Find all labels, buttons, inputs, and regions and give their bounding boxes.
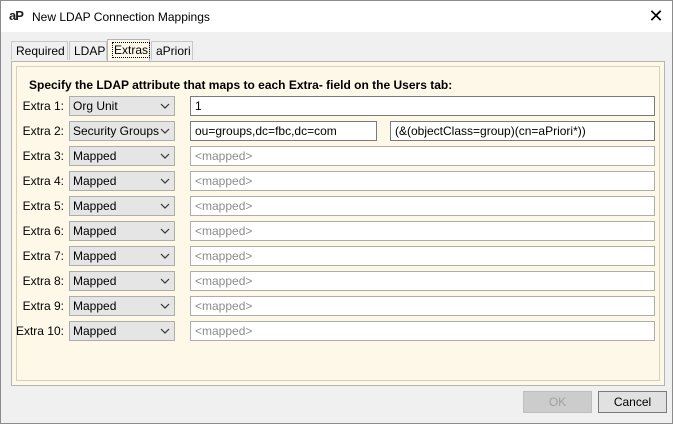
- tab-ldap[interactable]: LDAP: [69, 41, 107, 60]
- tab-required[interactable]: Required: [11, 41, 68, 60]
- extra-5-input[interactable]: <mapped>: [190, 196, 655, 216]
- extra-5-label: Extra 5:: [22, 199, 64, 213]
- extra-2-mode-select[interactable]: Security Groups: [69, 121, 175, 141]
- extra-6-label: Extra 6:: [22, 224, 64, 238]
- extra-6-input[interactable]: <mapped>: [190, 221, 655, 241]
- extra-9-input[interactable]: <mapped>: [190, 296, 655, 316]
- extra-8-mode-select[interactable]: Mapped: [69, 271, 175, 291]
- chevron-down-icon: [160, 103, 170, 109]
- chevron-down-icon: [160, 228, 170, 234]
- extra-6-mode-select[interactable]: Mapped: [69, 221, 175, 241]
- chevron-down-icon: [160, 203, 170, 209]
- extra-7-mode-select[interactable]: Mapped: [69, 246, 175, 266]
- chevron-down-icon: [160, 303, 170, 309]
- chevron-down-icon: [160, 153, 170, 159]
- chevron-down-icon: [160, 128, 170, 134]
- close-icon[interactable]: ✕: [640, 1, 672, 32]
- extra-2-filter-input[interactable]: (&(objectClass=group)(cn=aPriori*)): [390, 121, 655, 141]
- extra-3-label: Extra 3:: [22, 149, 64, 163]
- extra-9-mode-select[interactable]: Mapped: [69, 296, 175, 316]
- app-logo-icon: aP: [9, 8, 24, 23]
- extra-7-input[interactable]: <mapped>: [190, 246, 655, 266]
- ok-button[interactable]: OK: [523, 391, 592, 413]
- extra-3-mode-select[interactable]: Mapped: [69, 146, 175, 166]
- tab-extras[interactable]: Extras: [107, 39, 151, 61]
- tab-apriori[interactable]: aPriori: [151, 41, 193, 60]
- extra-8-label: Extra 8:: [22, 274, 64, 288]
- chevron-down-icon: [160, 278, 170, 284]
- extra-4-input[interactable]: <mapped>: [190, 171, 655, 191]
- extra-4-mode-select[interactable]: Mapped: [69, 171, 175, 191]
- extra-3-input[interactable]: <mapped>: [190, 146, 655, 166]
- chevron-down-icon: [160, 178, 170, 184]
- chevron-down-icon: [160, 253, 170, 259]
- extra-1-input[interactable]: 1: [190, 96, 655, 116]
- extra-10-label: Extra 10:: [15, 324, 64, 338]
- title-bar[interactable]: aP New LDAP Connection Mappings ✕: [1, 1, 672, 32]
- window-title: New LDAP Connection Mappings: [32, 10, 210, 24]
- extra-4-label: Extra 4:: [22, 174, 64, 188]
- cancel-button[interactable]: Cancel: [598, 391, 667, 413]
- extra-10-input[interactable]: <mapped>: [190, 321, 655, 341]
- extra-7-label: Extra 7:: [22, 249, 64, 263]
- extra-5-mode-select[interactable]: Mapped: [69, 196, 175, 216]
- dialog-window: aP New LDAP Connection Mappings ✕ Requir…: [0, 0, 673, 424]
- extra-1-mode-select[interactable]: Org Unit: [69, 96, 175, 116]
- chevron-down-icon: [160, 328, 170, 334]
- extra-8-input[interactable]: <mapped>: [190, 271, 655, 291]
- extra-10-mode-select[interactable]: Mapped: [69, 321, 175, 341]
- extra-2-base-dn-input[interactable]: ou=groups,dc=fbc,dc=com: [190, 121, 377, 141]
- extras-heading: Specify the LDAP attribute that maps to …: [29, 78, 453, 92]
- extra-2-label: Extra 2:: [22, 124, 64, 138]
- extra-1-label: Extra 1:: [22, 99, 64, 113]
- extra-9-label: Extra 9:: [22, 299, 64, 313]
